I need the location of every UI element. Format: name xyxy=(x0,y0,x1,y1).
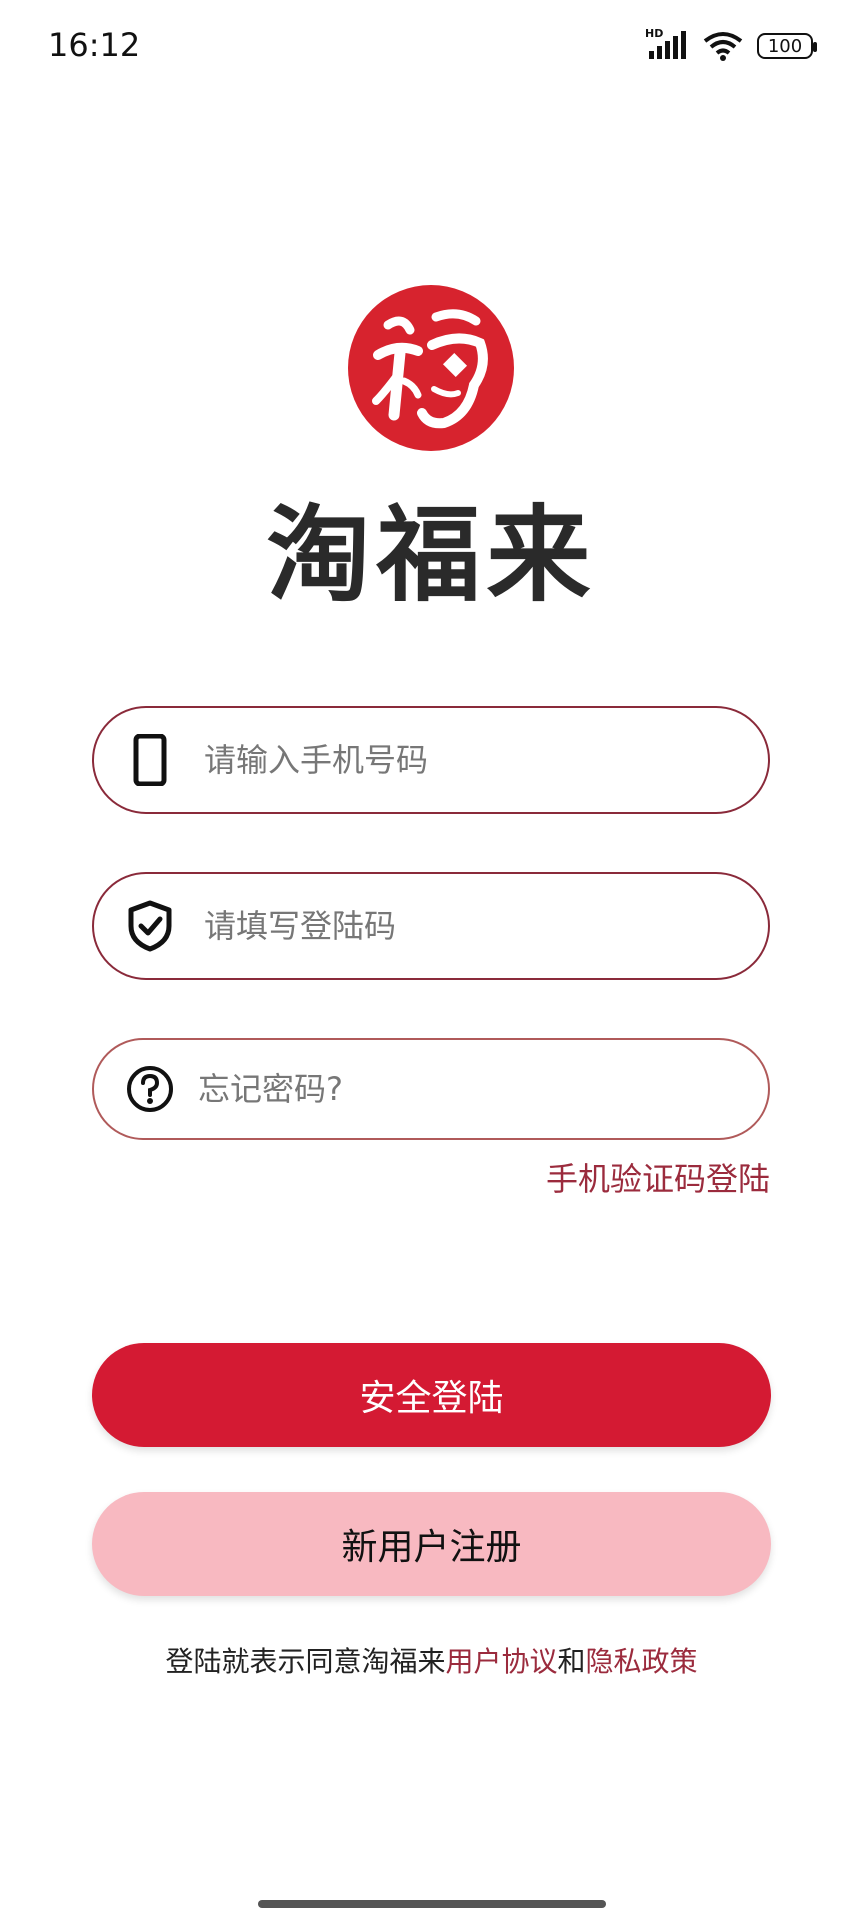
battery-level: 100 xyxy=(767,35,803,57)
phone-input[interactable] xyxy=(204,708,744,812)
fu-character-logo-icon xyxy=(348,285,514,451)
login-code-input[interactable] xyxy=(204,874,744,978)
register-button[interactable]: 新用户注册 xyxy=(92,1492,771,1596)
sms-login-link[interactable]: 手机验证码登陆 xyxy=(546,1154,770,1200)
login-screen: 16:12 HD 100 淘福来 请输入手机号码 忘记密码? 手机验证码登陆 安… xyxy=(0,0,863,1920)
agreement-prefix: 登陆就表示同意淘福来 xyxy=(165,1645,446,1678)
signal-icon: HD xyxy=(645,27,689,61)
phone-icon xyxy=(124,734,176,786)
phone-field[interactable] xyxy=(92,706,770,814)
battery-icon: 100 xyxy=(757,33,817,59)
login-code-field[interactable] xyxy=(92,872,770,980)
agreement-text: 登陆就表示同意淘福来用户协议和隐私政策 xyxy=(0,1640,863,1680)
home-indicator[interactable] xyxy=(258,1900,606,1908)
shield-check-icon xyxy=(124,900,176,952)
status-time: 16:12 xyxy=(48,26,141,64)
status-icons: HD 100 xyxy=(645,26,817,66)
privacy-policy-link[interactable]: 隐私政策 xyxy=(586,1645,698,1678)
brand-name: 淘福来 xyxy=(266,494,597,616)
question-circle-icon xyxy=(124,1063,176,1115)
user-agreement-link[interactable]: 用户协议 xyxy=(445,1645,557,1678)
status-bar: 16:12 HD 100 xyxy=(0,0,863,90)
forgot-password-input[interactable] xyxy=(198,1040,738,1138)
agreement-conjunction: 和 xyxy=(557,1645,586,1678)
wifi-icon xyxy=(703,31,743,61)
forgot-password-field[interactable] xyxy=(92,1038,770,1140)
secure-login-button[interactable]: 安全登陆 xyxy=(92,1343,771,1447)
